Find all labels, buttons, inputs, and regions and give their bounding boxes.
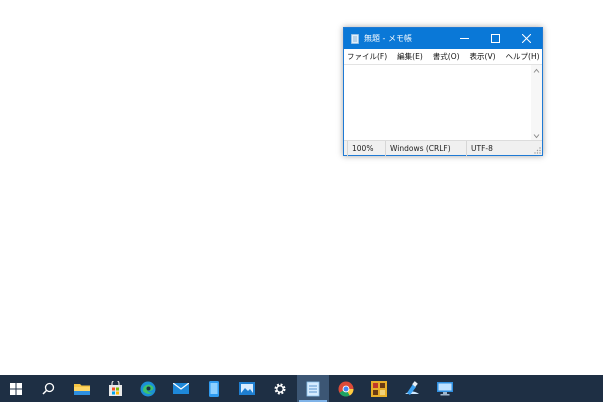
text-editor-area[interactable] xyxy=(344,64,542,142)
game-icon xyxy=(371,380,387,397)
menu-edit[interactable]: 編集(E) xyxy=(397,51,423,62)
close-button[interactable] xyxy=(511,28,542,49)
scroll-up-icon[interactable] xyxy=(533,68,540,74)
status-zoom: 100% xyxy=(347,140,385,156)
menu-help[interactable]: ヘルプ(H) xyxy=(506,51,540,62)
menu-file[interactable]: ファイル(F) xyxy=(347,51,387,62)
close-icon xyxy=(522,34,531,43)
paint-icon xyxy=(405,381,419,395)
start-icon xyxy=(10,382,22,395)
mail-button[interactable] xyxy=(165,375,197,402)
notepad-icon xyxy=(306,381,320,396)
file-explorer-button[interactable] xyxy=(66,375,98,402)
remote-desktop-icon xyxy=(437,382,453,396)
minimize-icon xyxy=(460,38,469,39)
scroll-down-icon[interactable] xyxy=(533,133,540,139)
remote-desktop-button[interactable] xyxy=(429,375,461,402)
window-title: 無題 - メモ帳 xyxy=(364,34,412,43)
status-encoding: UTF-8 xyxy=(466,140,526,156)
store-button[interactable] xyxy=(99,375,131,402)
settings-button[interactable] xyxy=(264,375,296,402)
title-bar[interactable]: 無題 - メモ帳 xyxy=(344,28,542,49)
menu-format[interactable]: 書式(O) xyxy=(433,51,460,62)
resize-grip-icon[interactable] xyxy=(533,146,541,154)
maximize-icon xyxy=(491,34,500,43)
phone-button[interactable] xyxy=(198,375,230,402)
status-bar: 100% Windows (CRLF) UTF-8 xyxy=(344,140,542,156)
edge-icon xyxy=(140,381,156,396)
notepad-window[interactable]: 無題 - メモ帳 ファイル(F) 編集(E) 書式(O) 表示(V) ヘルプ(H… xyxy=(343,27,543,156)
phone-icon xyxy=(209,380,219,397)
status-line-ending: Windows (CRLF) xyxy=(385,140,466,156)
minimize-button[interactable] xyxy=(449,28,480,49)
mail-icon xyxy=(173,383,189,394)
game-button[interactable] xyxy=(363,375,395,402)
chrome-icon xyxy=(338,381,354,396)
edge-button[interactable] xyxy=(132,375,164,402)
menu-bar: ファイル(F) 編集(E) 書式(O) 表示(V) ヘルプ(H) xyxy=(344,49,542,64)
photos-icon xyxy=(239,382,255,395)
menu-view[interactable]: 表示(V) xyxy=(470,51,496,62)
photos-button[interactable] xyxy=(231,375,263,402)
file-explorer-icon xyxy=(74,384,90,395)
notepad-taskbar-button[interactable] xyxy=(297,375,329,402)
paint-button[interactable] xyxy=(396,375,428,402)
search-icon xyxy=(41,382,54,395)
chrome-button[interactable] xyxy=(330,375,362,402)
search-button[interactable] xyxy=(32,375,64,402)
start-button[interactable] xyxy=(0,375,32,402)
notepad-icon xyxy=(351,33,359,44)
gear-icon xyxy=(274,383,286,394)
vertical-scrollbar[interactable] xyxy=(531,65,542,142)
store-icon xyxy=(108,381,122,396)
maximize-button[interactable] xyxy=(480,28,511,49)
taskbar xyxy=(0,375,603,402)
